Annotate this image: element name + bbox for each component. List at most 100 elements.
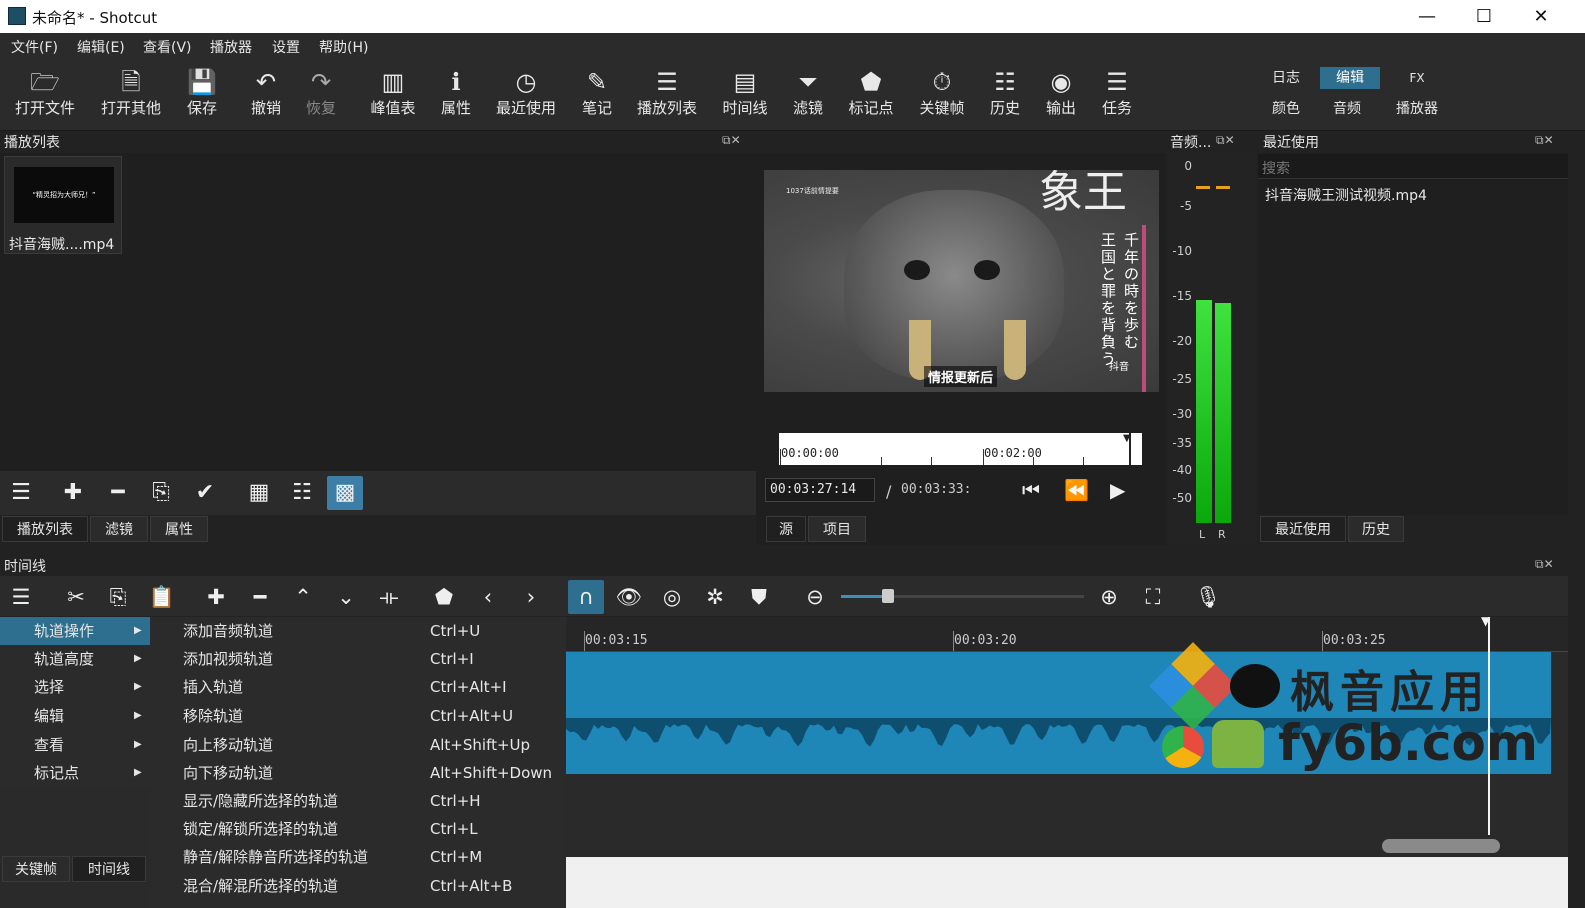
keyframes-button[interactable]: ⏱ 关键帧: [907, 67, 977, 127]
menu-select[interactable]: 选择 ▶: [0, 673, 150, 701]
timeline-button[interactable]: ▤ 时间线: [710, 67, 780, 127]
menu-help[interactable]: 帮助(H): [319, 37, 368, 57]
workspace-editing[interactable]: 编辑: [1320, 67, 1380, 89]
properties-button[interactable]: ℹ 属性: [421, 67, 491, 127]
submenu-item[interactable]: 向下移动轨道 Alt+Shift+Down: [150, 759, 566, 787]
cut-icon[interactable]: ✂: [58, 580, 94, 614]
open-file-button[interactable]: 🗁 打开文件: [10, 67, 80, 127]
ripple-markers-icon[interactable]: ⛊: [741, 580, 777, 614]
timeline-menu-icon[interactable]: ☰: [3, 580, 39, 614]
video-preview[interactable]: 1037话前情提要 象王 千年の時を歩む 王国と罪を背負う 情报更新后 抖音: [764, 170, 1159, 392]
menu-edit-sub[interactable]: 编辑 ▶: [0, 702, 150, 730]
scrubber-bar[interactable]: 00:00:00 00:02:00 ▼: [779, 433, 1142, 465]
ripple-icon[interactable]: ◎: [654, 580, 690, 614]
peak-meter-button[interactable]: ▥ 峰值表: [358, 67, 428, 127]
splitter[interactable]: [0, 545, 1568, 557]
recent-float-icon[interactable]: ⧉✕: [1535, 133, 1554, 148]
menu-player[interactable]: 播放器: [210, 37, 252, 57]
menu-track-height[interactable]: 轨道高度 ▶: [0, 645, 150, 673]
lift-icon[interactable]: ⌃: [285, 580, 321, 614]
submenu-item[interactable]: 混合/解混所选择的轨道 Ctrl+Alt+B: [150, 872, 566, 900]
workspace-fx[interactable]: FX: [1387, 67, 1447, 89]
menu-file[interactable]: 文件(F): [11, 37, 58, 57]
record-audio-icon[interactable]: 🎙: [1190, 580, 1226, 614]
tab-timeline[interactable]: 时间线: [72, 856, 146, 882]
open-other-button[interactable]: 🗎 打开其他: [96, 67, 166, 127]
play-icon[interactable]: ▶: [1110, 478, 1125, 502]
menu-view-sub[interactable]: 查看 ▶: [0, 731, 150, 759]
meter-float-icon[interactable]: ⧉✕: [1216, 133, 1235, 148]
menu-settings[interactable]: 设置: [272, 37, 300, 57]
list-view-icon[interactable]: ☷: [284, 476, 320, 510]
recent-search-input[interactable]: 搜索: [1258, 154, 1568, 179]
split-icon[interactable]: ⟛: [371, 580, 407, 614]
zoom-in-icon[interactable]: ⊕: [1091, 580, 1127, 614]
submenu-item[interactable]: 移除轨道 Ctrl+Alt+U: [150, 702, 566, 730]
workspace-player[interactable]: 播放器: [1387, 98, 1447, 120]
previous-marker-icon[interactable]: ‹: [470, 580, 506, 614]
submenu-item[interactable]: 显示/隐藏所选择的轨道 Ctrl+H: [150, 787, 566, 815]
tab-filters[interactable]: 滤镜: [90, 516, 148, 542]
maximize-icon[interactable]: ☐: [1455, 0, 1513, 33]
close-icon[interactable]: ✕: [1512, 0, 1570, 33]
current-time-field[interactable]: 00:03:27:14: [765, 478, 875, 502]
detail-view-icon[interactable]: ▦: [241, 476, 277, 510]
submenu-item[interactable]: 添加视频轨道 Ctrl+I: [150, 645, 566, 673]
timeline-ruler[interactable]: 00:03:15 00:03:20 00:03:25: [566, 617, 1568, 652]
zoom-slider-handle[interactable]: [882, 589, 894, 603]
timeline-scrollbar-thumb[interactable]: [1382, 839, 1500, 853]
menu-track-operations[interactable]: 轨道操作 ▶: [0, 617, 150, 645]
playlist-clip[interactable]: “精灵招为大师兄！” 抖音海贼....mp4: [4, 156, 122, 254]
grid-view-icon[interactable]: ▩: [327, 476, 363, 510]
zoom-out-icon[interactable]: ⊖: [797, 580, 833, 614]
menu-markers-sub[interactable]: 标记点 ▶: [0, 759, 150, 787]
apply-check-icon[interactable]: ✔: [187, 476, 223, 510]
playlist-menu-icon[interactable]: ☰: [3, 476, 39, 510]
submenu-item[interactable]: 静音/解除静音所选择的轨道 Ctrl+M: [150, 843, 566, 871]
minimize-icon[interactable]: —: [1398, 0, 1456, 33]
rewind-icon[interactable]: ⏪: [1064, 478, 1089, 502]
append-icon[interactable]: ✚: [198, 580, 234, 614]
tab-source[interactable]: 源: [766, 516, 806, 542]
ripple-delete-icon[interactable]: ━: [242, 580, 278, 614]
timeline-float-icon[interactable]: ⧉✕: [1535, 557, 1554, 572]
skip-previous-icon[interactable]: ⏮: [1022, 478, 1040, 502]
snap-magnet-icon[interactable]: ∩: [568, 580, 604, 614]
recent-button[interactable]: ◷ 最近使用: [491, 67, 561, 127]
remove-icon[interactable]: ━: [100, 476, 136, 510]
ripple-all-icon[interactable]: ✲: [697, 580, 733, 614]
submenu-item[interactable]: 添加音频轨道 Ctrl+U: [150, 617, 566, 645]
markers-button[interactable]: ⬟ 标记点: [836, 67, 906, 127]
update-icon[interactable]: ⎘: [143, 476, 179, 510]
tab-properties[interactable]: 属性: [150, 516, 208, 542]
tab-history[interactable]: 历史: [1348, 516, 1404, 542]
menu-edit[interactable]: 编辑(E): [77, 37, 125, 57]
paste-icon[interactable]: 📋: [144, 580, 180, 614]
scrub-drag-eye-icon[interactable]: 👁: [611, 580, 647, 614]
zoom-fit-icon[interactable]: ⛶: [1135, 580, 1171, 614]
overwrite-icon[interactable]: ⌄: [328, 580, 364, 614]
workspace-audio[interactable]: 音频: [1317, 98, 1377, 120]
filters-button[interactable]: ⏷ 滤镜: [773, 67, 843, 127]
redo-button[interactable]: ↷ 恢复: [286, 67, 356, 127]
playlist-button[interactable]: ☰ 播放列表: [632, 67, 702, 127]
workspace-logging[interactable]: 日志: [1256, 67, 1316, 89]
jobs-button[interactable]: ☰ 任务: [1082, 67, 1152, 127]
tab-recent[interactable]: 最近使用: [1260, 516, 1346, 542]
submenu-item[interactable]: 向上移动轨道 Alt+Shift+Up: [150, 731, 566, 759]
add-icon[interactable]: ✚: [55, 476, 91, 510]
submenu-item[interactable]: 插入轨道 Ctrl+Alt+I: [150, 673, 566, 701]
copy-icon[interactable]: ⎘: [100, 580, 136, 614]
menu-view[interactable]: 查看(V): [143, 37, 192, 57]
next-marker-icon[interactable]: ›: [513, 580, 549, 614]
tab-project[interactable]: 项目: [808, 516, 866, 542]
submenu-item[interactable]: 锁定/解锁所选择的轨道 Ctrl+L: [150, 815, 566, 843]
notes-button[interactable]: ✎ 笔记: [562, 67, 632, 127]
recent-item[interactable]: 抖音海贼王测试视频.mp4: [1265, 185, 1427, 205]
tab-keyframes[interactable]: 关键帧: [2, 856, 70, 882]
save-button[interactable]: 💾 保存: [167, 67, 237, 127]
workspace-color[interactable]: 颜色: [1256, 98, 1316, 120]
add-marker-icon[interactable]: ⬟: [426, 580, 462, 614]
float-panel-icon[interactable]: ⧉✕: [722, 133, 741, 148]
tab-playlist[interactable]: 播放列表: [2, 516, 88, 542]
